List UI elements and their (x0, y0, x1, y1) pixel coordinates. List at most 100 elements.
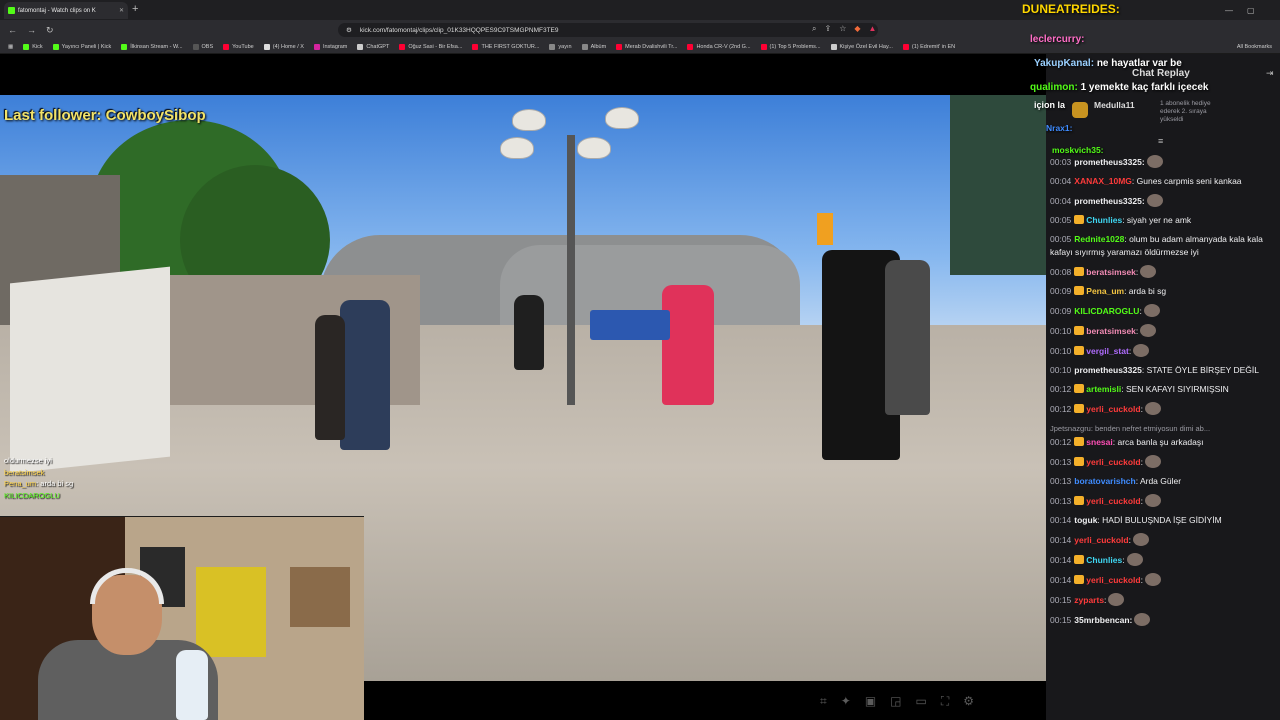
chat-message: 00:04 prometheus3325: (1050, 194, 1276, 208)
chat-username[interactable]: beratsimsek (1086, 267, 1136, 277)
chat-username[interactable]: yerli_cuckold (1086, 575, 1140, 585)
chat-username[interactable]: 35mrbbencan: (1074, 615, 1132, 625)
chat-timestamp: 00:10 (1050, 326, 1072, 336)
bookmark-item[interactable]: THE FIRST GOKTUR... (472, 43, 539, 50)
chat-username[interactable]: KILICDAROGLU (1074, 306, 1139, 316)
chat-username[interactable]: Rednite1028 (1074, 234, 1124, 244)
chat-username[interactable]: beratsimsek (1086, 326, 1136, 336)
chat-message: 00:10 vergil_stat: (1050, 344, 1276, 358)
pip-icon[interactable]: ◲ (890, 694, 901, 709)
apps-icon[interactable]: ▦ (8, 44, 13, 50)
chat-username[interactable]: Pena_um (1086, 286, 1124, 296)
crop-icon[interactable]: ⌗ (820, 694, 827, 709)
chat-username[interactable]: prometheus3325 (1074, 365, 1142, 375)
chat-message: 00:14 yerli_cuckold: (1050, 533, 1276, 547)
bookmark-item[interactable]: Honda CR-V (2nd G... (687, 43, 751, 50)
chat-username[interactable]: Chunlies (1086, 555, 1122, 565)
bookmarks-bar: ▦ Kick Yayıncı Paneli | Kick İlkinsan Stre… (0, 40, 1280, 54)
chat-username[interactable]: yerli_cuckold (1086, 496, 1140, 506)
lamp (512, 109, 546, 131)
chat-username[interactable]: XANAX_10MG (1074, 176, 1132, 186)
bookmark-favicon-icon (399, 43, 406, 50)
bookmark-item[interactable]: İlkinsan Stream - W... (121, 43, 183, 50)
bookmark-item[interactable]: (1) Edremit' in EN (902, 43, 955, 50)
all-bookmarks-button[interactable]: All Bookmarks (1237, 44, 1280, 50)
emote-icon (1133, 344, 1150, 357)
chat-text: : Gunes carpmis seni kankaa (1131, 176, 1242, 186)
theater-icon[interactable]: ▭ (916, 694, 927, 709)
bookmark-item[interactable]: yayın (549, 43, 572, 50)
maximize-icon[interactable]: ▢ (1247, 6, 1255, 15)
save-icon[interactable]: ▣ (865, 694, 876, 709)
bookmark-item[interactable]: YouTube (223, 43, 254, 50)
bookmark-item[interactable]: Albüm (581, 43, 606, 50)
bookmark-label: ChatGPT (366, 43, 390, 50)
bookmark-item[interactable]: Yayıncı Paneli | Kick (52, 43, 111, 50)
person-walking (662, 285, 714, 405)
bookmark-item[interactable]: (4) Home / X (263, 43, 304, 50)
back-icon[interactable]: ← (8, 25, 17, 35)
reload-icon[interactable]: ↻ (46, 25, 54, 36)
chat-username[interactable]: artemisli (1086, 384, 1121, 394)
chat-username[interactable]: vergil_stat (1086, 346, 1129, 356)
chat-timestamp: 00:14 (1050, 515, 1072, 525)
chat-username[interactable]: zyparts (1074, 595, 1104, 605)
bookmark-item[interactable]: Kişiye Özel Evil Hay... (830, 43, 893, 50)
bookmark-item[interactable]: Kick (23, 43, 43, 50)
scroll-down-icon[interactable]: ≡ (1158, 136, 1163, 146)
chat-username[interactable]: toguk (1074, 515, 1097, 525)
crown-badge-icon (1074, 437, 1085, 446)
chat-username[interactable]: yerli_cuckold (1086, 404, 1140, 414)
chat-timestamp: 00:10 (1050, 365, 1072, 375)
collapse-chat-icon[interactable]: ⇥ (1266, 68, 1274, 79)
lamp (500, 137, 534, 159)
mini-chat-line: oldurmezse iyi (4, 456, 52, 465)
forward-icon[interactable]: → (27, 25, 36, 35)
fullscreen-icon[interactable]: ⛶ (941, 694, 949, 709)
chat-timestamp: 00:03 (1050, 157, 1072, 167)
rewards-icon[interactable]: ▲ (869, 24, 877, 34)
minimize-icon[interactable]: — (1225, 6, 1233, 15)
browser-tab[interactable]: fatomontaj - Watch clips on K ✕ (4, 2, 128, 19)
bookmark-item[interactable]: (1) Top 5 Problems... (760, 43, 821, 50)
chat-username[interactable]: prometheus3325: (1074, 157, 1144, 167)
bookmark-item[interactable]: OBS (192, 43, 213, 50)
bookmark-label: Kick (32, 43, 43, 50)
chat-username[interactable]: snesai (1086, 437, 1112, 447)
brave-shield-icon[interactable]: ◆ (854, 24, 860, 34)
emote-icon (1126, 553, 1143, 566)
chat-username[interactable]: yerli_cuckold (1086, 457, 1140, 467)
overlay-chat-name: leclercurry: (1030, 34, 1085, 45)
construction-vehicle (590, 310, 670, 340)
crown-badge-icon (1074, 326, 1085, 335)
bookmark-item[interactable]: Oğuz Sasi - Bir Efsa... (399, 43, 462, 50)
address-bar[interactable]: ⚙ kick.com/fatomontaj/clips/clip_01K33HQ… (338, 23, 878, 37)
share-icon[interactable]: ⇪ (824, 24, 831, 34)
chat-timestamp: 00:14 (1050, 555, 1072, 565)
chat-username[interactable]: yerli_cuckold (1074, 535, 1128, 545)
chat-username[interactable]: boratovarishch (1074, 476, 1135, 486)
bookmark-item[interactable]: Instagram (313, 43, 347, 50)
zoom-icon[interactable]: ⌕ (812, 24, 816, 34)
bookmark-favicon-icon (121, 43, 128, 50)
chat-message: 00:13 yerli_cuckold: (1050, 455, 1276, 469)
chat-message: 00:14 Chunlies: (1050, 553, 1276, 567)
close-tab-icon[interactable]: ✕ (119, 7, 124, 14)
crown-badge-icon (1074, 496, 1085, 505)
mini-chat-line: KILICDAROGLU (4, 490, 60, 500)
bookmark-favicon-icon (313, 43, 320, 50)
chat-username[interactable]: prometheus3325: (1074, 196, 1144, 206)
emote-icon (1146, 194, 1163, 207)
settings-gear-icon[interactable]: ⚙ (963, 694, 974, 709)
emote-icon (1140, 265, 1157, 278)
bookmark-item[interactable]: Merab Dvalishvili Tr... (616, 43, 678, 50)
new-tab-button[interactable]: + (132, 4, 138, 15)
chat-username[interactable]: Chunlies (1086, 215, 1122, 225)
bookmark-star-icon[interactable]: ☆ (839, 24, 846, 34)
site-info-icon[interactable]: ⚙ (346, 26, 352, 34)
chat-timestamp: 00:13 (1050, 476, 1072, 486)
pin-icon[interactable]: ✦ (841, 694, 851, 709)
bookmark-label: Merab Dvalishvili Tr... (625, 43, 678, 50)
bookmark-item[interactable]: ChatGPT (357, 43, 390, 50)
address-bar-actions: ⌕ ⇪ ☆ ◆ ▲ (812, 24, 876, 34)
